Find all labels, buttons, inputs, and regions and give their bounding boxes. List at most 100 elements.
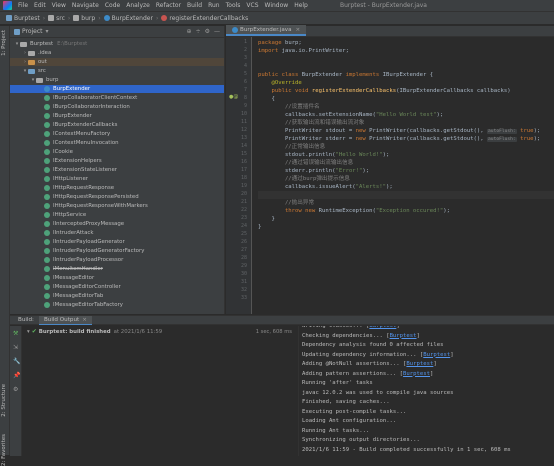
module-link[interactable]: Burptest [369,326,396,329]
build-status-row[interactable]: ▾ ✔ Burptest: build finished at 2021/1/6… [27,328,162,335]
tree-item[interactable]: IHttpRequestResponse [10,184,224,192]
tree-item[interactable]: IContextMenuInvocation [10,139,224,147]
class-icon [44,86,50,92]
tree-item[interactable]: IMenuItemHandler [10,265,224,273]
tree-item[interactable]: IHttpRequestResponsePersisted [10,193,224,201]
tree-item[interactable]: IExtensionStateListener [10,166,224,174]
module-link[interactable]: Burptest [390,333,417,339]
tree-item[interactable]: IMessageEditorTab [10,292,224,300]
breadcrumb-item[interactable]: src [48,15,65,22]
tree-item[interactable]: IMessageEditorTabFactory [10,301,224,309]
collapse-icon[interactable]: ÷ [196,28,201,35]
chevron-down-icon[interactable]: ▾ [46,28,49,35]
build-console[interactable]: Writing classes... [Burptest] Checking de… [300,326,554,456]
project-panel-title[interactable]: Project [22,28,43,35]
code-token: //设置插件名 [258,104,320,110]
interface-icon [44,140,50,146]
menu-build[interactable]: Build [184,2,205,9]
menu-navigate[interactable]: Navigate [69,2,102,9]
breadcrumb-item[interactable]: registerExtenderCallbacks [161,15,248,22]
tab-build-output[interactable]: Build Output × [38,315,92,325]
chevron-down-icon[interactable]: ▾ [27,329,30,335]
tree-item[interactable]: IHttpService [10,211,224,219]
breadcrumb-item[interactable]: BurpExtender [103,15,153,22]
hammer-icon[interactable]: ⚒ [13,330,18,337]
menu-run[interactable]: Run [205,2,223,9]
tree-item[interactable]: IContextMenuFactory [10,130,224,138]
tree-item[interactable]: ▾ src [10,67,224,75]
tree-item[interactable]: IBurpCollaboratorInteraction [10,103,224,111]
code-line: import java.io.PrintWriter; [258,47,349,55]
folder-icon [73,15,80,21]
tree-item[interactable]: IBurpCollaboratorClientContext [10,94,224,102]
locate-icon[interactable]: ⊕ [187,28,192,35]
tree-item[interactable]: ▾ Burptest E:\Burptest [10,40,224,48]
tree-item[interactable]: IBurpExtenderCallbacks [10,121,224,129]
code-line: } [258,223,261,231]
editor-tab-burpextender[interactable]: BurpExtender.java × [226,25,307,36]
tree-item[interactable]: IExtensionHelpers [10,157,224,165]
tree-item[interactable]: IMessageEditor [10,274,224,282]
project-tool-tab[interactable]: 1: Project [1,30,7,56]
tree-item[interactable]: › .idea [10,49,224,57]
tree-item[interactable]: ICookie [10,148,224,156]
console-text: Updating dependency information... [ [302,351,424,358]
override-icon[interactable]: ●@ [229,94,238,100]
close-icon[interactable]: × [296,27,301,33]
console-line: Updating dependency information... [Burp… [302,351,454,361]
tree-item[interactable]: BurpExtender [10,85,224,93]
tree-item-label: Burptest [30,41,54,47]
console-line: Running 'after' tasks [302,379,373,389]
code-area[interactable]: package burp; import java.io.PrintWriter;… [258,37,554,314]
module-link[interactable]: Burptest [403,371,430,377]
structure-tool-tab[interactable]: 2: Structure [1,384,7,417]
wrench-icon[interactable]: 🔧 [13,358,20,365]
gear-icon[interactable]: ⚙ [205,28,210,35]
settings-icon[interactable]: ⚙ [13,386,18,393]
line-number: 25 [240,231,247,237]
pin-icon[interactable]: 📌 [13,372,20,379]
tree-item[interactable]: › out [10,58,224,66]
tree-item[interactable]: ▾ burp [10,76,224,84]
tree-item[interactable]: IIntruderPayloadGeneratorFactory [10,247,224,255]
line-number: 5 [243,71,247,77]
console-line: Loading Ant configuration... [302,417,396,427]
menu-refactor[interactable]: Refactor [153,2,184,9]
menu-file[interactable]: File [15,2,31,9]
line-number: 18 [240,175,247,181]
menu-view[interactable]: View [49,2,69,9]
code-line: PrintWriter stderr = new PrintWriter(cal… [258,135,540,143]
tree-item[interactable]: IBurpExtender [10,112,224,120]
line-number: 31 [240,279,247,285]
tree-item[interactable]: IHttpListener [10,175,224,183]
breadcrumb-label: burp [81,14,96,22]
menu-code[interactable]: Code [102,2,123,9]
breadcrumb-item[interactable]: burp [73,15,95,22]
menu-vcs[interactable]: VCS [243,2,261,9]
menu-tools[interactable]: Tools [223,2,244,9]
module-link[interactable]: Burptest [423,352,450,358]
expand-icon[interactable]: ⇲ [13,344,18,351]
chevron-right-icon: › [42,14,46,22]
tree-item[interactable]: IIntruderPayloadGenerator [10,238,224,246]
breadcrumb-item[interactable]: Burptest [6,15,40,22]
tree-item[interactable]: IMessageEditorController [10,283,224,291]
build-timestamp: at 2021/1/6 11:59 [113,328,163,335]
menu-window[interactable]: Window [262,2,292,9]
menu-edit[interactable]: Edit [31,2,49,9]
code-line: //通过burp弹出提示信息 [258,175,350,183]
interface-icon [44,239,50,245]
menu-analyze[interactable]: Analyze [123,2,153,9]
console-line: javac 12.0.2 was used to compile java so… [302,389,454,399]
tree-item[interactable]: IInterceptedProxyMessage [10,220,224,228]
module-link[interactable]: Burptest [406,361,433,367]
hide-icon[interactable]: — [214,28,220,35]
menu-help[interactable]: Help [291,2,311,9]
close-icon[interactable]: × [82,317,87,323]
tree-item[interactable]: IHttpRequestResponseWithMarkers [10,202,224,210]
line-number: 27 [240,247,247,253]
favorites-tool-tab[interactable]: 2: Favorites [1,434,7,466]
tree-item[interactable]: IIntruderAttack [10,229,224,237]
console-line: Running Ant tasks... [302,427,369,437]
tree-item[interactable]: IIntruderPayloadProcessor [10,256,224,264]
